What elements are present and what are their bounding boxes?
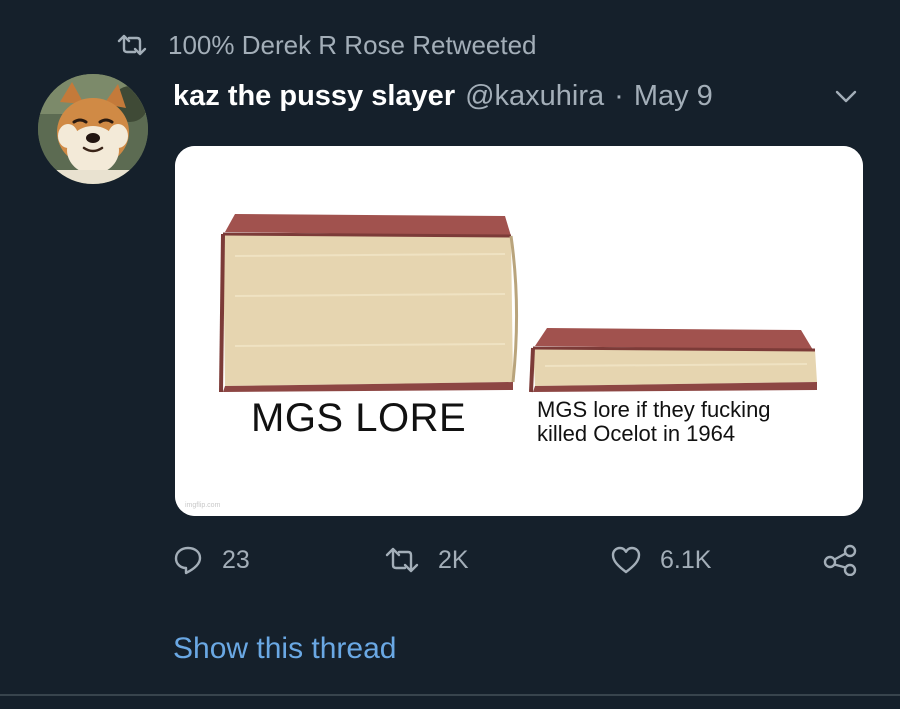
avatar[interactable] bbox=[38, 74, 148, 184]
tweet-date[interactable]: May 9 bbox=[634, 80, 713, 113]
big-book-illustration bbox=[219, 214, 519, 393]
book-meme-image bbox=[175, 146, 863, 516]
retweet-context-text: 100% Derek R Rose Retweeted bbox=[168, 29, 537, 60]
author-name[interactable]: kaz the pussy slayer bbox=[173, 80, 455, 113]
tweet-media[interactable]: MGS LORE MGS lore if they fucking killed… bbox=[175, 146, 863, 516]
image-watermark: imgflip.com bbox=[185, 502, 221, 509]
reply-icon bbox=[174, 546, 202, 575]
small-book-caption: MGS lore if they fucking killed Ocelot i… bbox=[537, 398, 837, 446]
retweet-button[interactable]: 2K bbox=[384, 540, 469, 580]
tweet-header: kaz the pussy slayer @kaxuhira · May 9 bbox=[173, 76, 713, 116]
share-icon bbox=[823, 544, 857, 576]
small-book-caption-line2: killed Ocelot in 1964 bbox=[537, 421, 736, 446]
author-handle[interactable]: @kaxuhira bbox=[465, 80, 604, 113]
like-button[interactable]: 6.1K bbox=[610, 540, 711, 580]
tweet-divider bbox=[0, 694, 900, 696]
shiba-inu-avatar bbox=[38, 74, 148, 184]
tweet-menu-button[interactable] bbox=[832, 84, 860, 108]
reply-button[interactable]: 23 bbox=[172, 540, 250, 580]
share-button[interactable] bbox=[822, 540, 860, 580]
retweet-count: 2K bbox=[438, 545, 469, 574]
show-thread-link[interactable]: Show this thread bbox=[173, 632, 396, 666]
separator-dot: · bbox=[614, 79, 624, 112]
small-book-caption-line1: MGS lore if they fucking bbox=[537, 397, 771, 422]
heart-icon bbox=[611, 546, 641, 574]
like-count: 6.1K bbox=[660, 545, 712, 574]
retweet-icon bbox=[116, 34, 148, 56]
chevron-down-icon bbox=[835, 90, 857, 103]
small-book-illustration bbox=[529, 328, 817, 393]
big-book-caption: MGS LORE bbox=[251, 396, 467, 440]
retweet-context[interactable]: 100% Derek R Rose Retweeted bbox=[116, 28, 537, 62]
retweet-icon bbox=[385, 547, 419, 573]
reply-count: 23 bbox=[222, 545, 250, 574]
